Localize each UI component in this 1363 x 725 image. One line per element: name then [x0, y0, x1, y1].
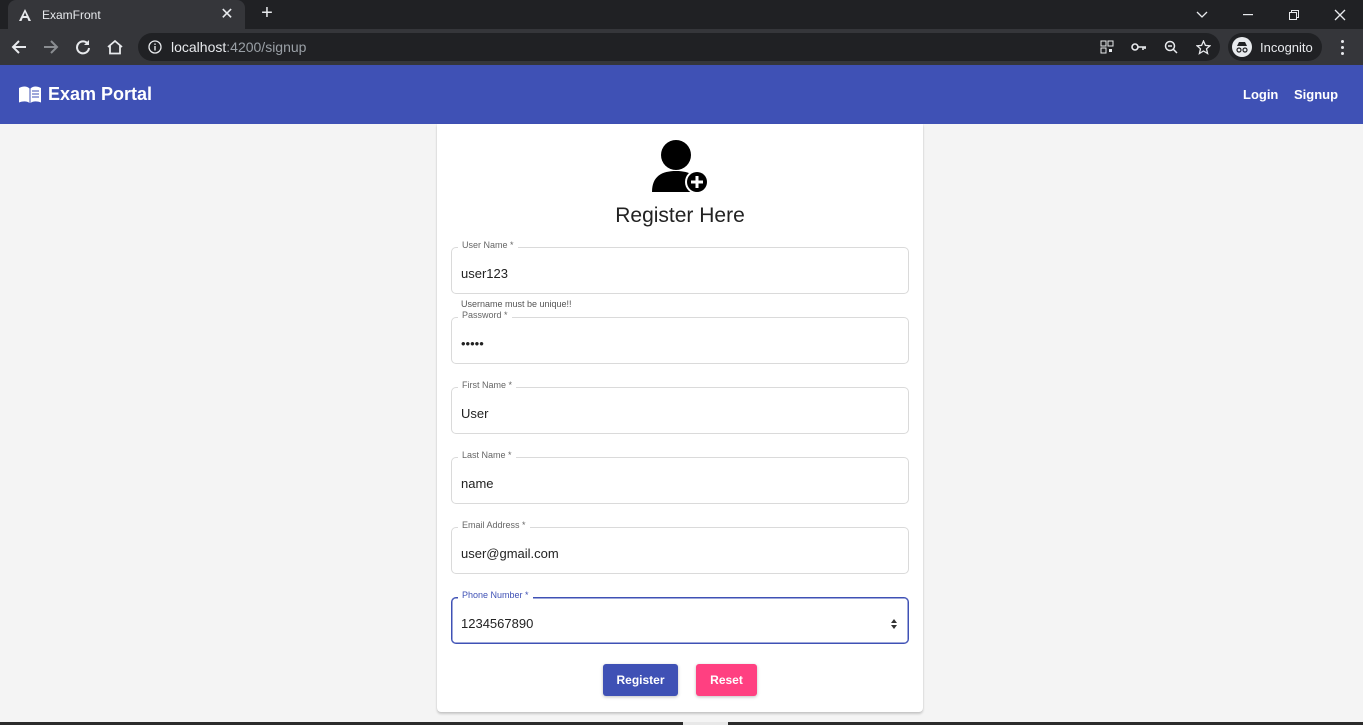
restore-button[interactable]	[1271, 0, 1317, 29]
email-field[interactable]: Email Address * user@gmail.com	[451, 520, 909, 574]
register-card: Register Here User Name * user123 Userna…	[437, 124, 923, 712]
phone-field[interactable]: Phone Number * 1234567890	[451, 590, 909, 644]
browser-toolbar: localhost:4200/signup Incognito	[0, 29, 1363, 65]
login-link[interactable]: Login	[1243, 65, 1278, 124]
incognito-profile-button[interactable]: Incognito	[1228, 33, 1322, 61]
key-icon[interactable]	[1131, 39, 1147, 55]
url-text[interactable]: localhost:4200/signup	[171, 39, 306, 55]
address-bar[interactable]: localhost:4200/signup	[138, 33, 1220, 61]
username-hint: Username must be unique!!	[461, 299, 572, 309]
brand-title: Exam Portal	[48, 84, 153, 104]
tab-title: ExamFront	[42, 7, 101, 22]
url-host: localhost	[171, 39, 227, 55]
new-tab-button[interactable]: +	[256, 3, 278, 25]
last-name-value[interactable]: name	[461, 476, 494, 491]
first-name-label: First Name *	[458, 380, 517, 390]
add-user-icon	[650, 138, 710, 196]
password-label: Password *	[458, 310, 512, 320]
reload-icon[interactable]	[71, 35, 95, 59]
brand[interactable]: Exam Portal	[18, 65, 152, 124]
url-path: :4200/signup	[226, 39, 307, 55]
email-label: Email Address *	[458, 520, 530, 530]
home-icon[interactable]	[103, 35, 127, 59]
incognito-icon	[1232, 37, 1252, 57]
close-window-button[interactable]	[1317, 0, 1363, 29]
star-icon[interactable]	[1195, 39, 1211, 55]
last-name-field[interactable]: Last Name * name	[451, 450, 909, 504]
username-field[interactable]: User Name * user123	[451, 240, 909, 294]
page-title: Register Here	[615, 204, 745, 227]
password-field[interactable]: Password * •••••	[451, 310, 909, 364]
username-label: User Name *	[458, 240, 518, 250]
phone-label: Phone Number *	[458, 590, 533, 600]
back-icon[interactable]	[7, 35, 31, 59]
spinner-arrows-icon[interactable]	[890, 617, 898, 629]
angular-icon	[18, 8, 32, 22]
qr-icon[interactable]	[1099, 39, 1115, 55]
zoom-icon[interactable]	[1163, 39, 1179, 55]
browser-tab[interactable]: ExamFront ✕	[8, 0, 245, 29]
first-name-value[interactable]: User	[461, 406, 488, 421]
forward-icon[interactable]	[39, 35, 63, 59]
tab-search-icon[interactable]	[1179, 0, 1225, 29]
minimize-button[interactable]	[1225, 0, 1271, 29]
phone-value[interactable]: 1234567890	[461, 616, 533, 631]
app-navbar: Exam Portal Login Signup	[0, 65, 1363, 124]
last-name-label: Last Name *	[458, 450, 516, 460]
first-name-field[interactable]: First Name * User	[451, 380, 909, 434]
password-value[interactable]: •••••	[461, 336, 484, 351]
signup-link[interactable]: Signup	[1294, 65, 1338, 124]
info-icon[interactable]	[148, 40, 162, 54]
register-button[interactable]: Register	[603, 664, 678, 696]
book-icon	[18, 85, 42, 105]
username-value[interactable]: user123	[461, 266, 508, 281]
close-tab-icon[interactable]: ✕	[219, 6, 235, 23]
browser-tabstrip: ExamFront ✕ +	[0, 0, 1363, 29]
incognito-label: Incognito	[1260, 39, 1313, 55]
menu-icon[interactable]	[1332, 35, 1352, 59]
reset-button[interactable]: Reset	[696, 664, 757, 696]
email-value[interactable]: user@gmail.com	[461, 546, 559, 561]
